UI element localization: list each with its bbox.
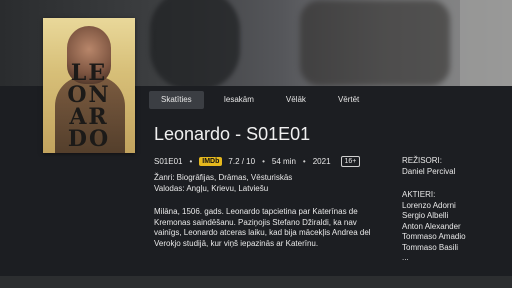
episode-code: S01E01 [154, 157, 183, 166]
tab-later[interactable]: Vēlāk [274, 91, 318, 109]
director-name: Daniel Percival [402, 166, 456, 176]
meta-row: S01E01 • IMDb 7.2 / 10 • 54 min • 2021 1… [154, 156, 361, 167]
directors-section: REŽISORI: Daniel Percival [402, 156, 455, 177]
actors-more: ... [402, 253, 409, 262]
year: 2021 [312, 157, 331, 166]
backdrop-light [460, 0, 512, 86]
poster-image: LE ON AR DO [43, 18, 135, 153]
poster-title: LE ON AR DO [49, 62, 129, 150]
poster-title-line: DO [67, 126, 111, 152]
page-title: Leonardo - S01E01 [154, 124, 311, 144]
description: Milāna, 1506. gads. Leonardo tapcietina … [154, 207, 371, 248]
directors-heading: REŽISORI: [402, 156, 443, 165]
rating-value: 7.2 / 10 [228, 157, 256, 166]
backdrop-figure [150, 0, 240, 86]
actor-name: Lorenzo Adorni [402, 200, 456, 210]
genres: Žanri: Biogrāfijas, Drāmas, Vēsturiskās [154, 173, 293, 182]
languages: Valodas: Angļu, Krievu, Latviešu [154, 184, 269, 193]
actors-heading: AKTIERI: [402, 190, 436, 199]
tab-watch[interactable]: Skatīties [149, 91, 204, 109]
tab-rate[interactable]: Vērtēt [326, 91, 371, 109]
poster-title-line: LE [70, 60, 108, 86]
duration: 54 min [271, 157, 296, 166]
age-rating-badge: 16+ [340, 156, 361, 167]
separator: • [262, 157, 265, 166]
actor-name: Tommaso Amadio [402, 232, 466, 241]
actor-name: Anton Alexander [402, 221, 461, 231]
poster-title-line: ON [67, 82, 111, 108]
backdrop-figure [300, 0, 450, 86]
separator: • [189, 157, 193, 166]
actor-name: Sergio Albelli [402, 211, 449, 220]
actors-section: AKTIERI: Lorenzo Adorni Sergio Albelli A… [402, 190, 466, 264]
tab-bar: Skatīties Iesakām Vēlāk Vērtēt [149, 91, 379, 109]
actor-name: Tommaso Basili [402, 242, 459, 252]
tab-recommended[interactable]: Iesakām [212, 91, 266, 109]
bottom-strip [0, 276, 512, 288]
separator: • [302, 157, 306, 166]
imdb-badge: IMDb [199, 157, 223, 166]
poster-title-line: AR [69, 104, 109, 130]
